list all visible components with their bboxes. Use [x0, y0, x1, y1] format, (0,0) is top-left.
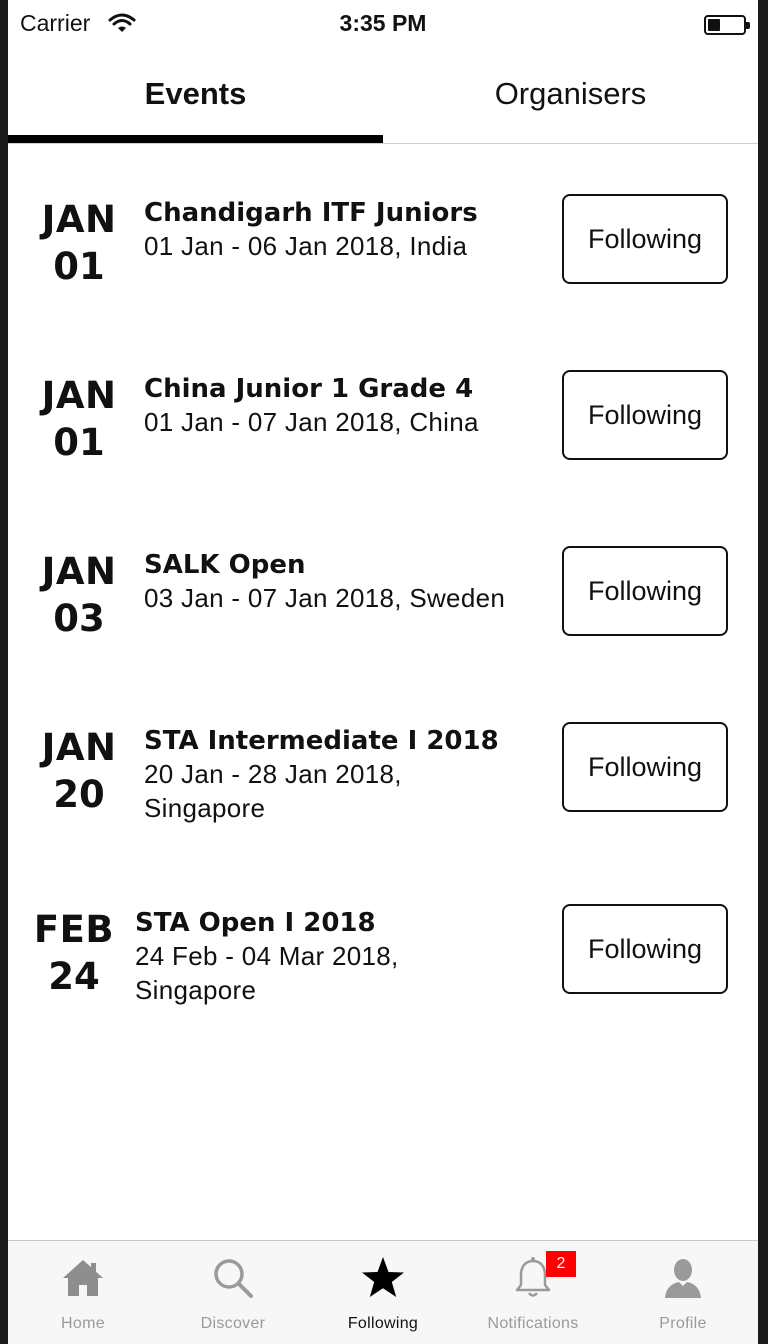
tabbar-label: Discover	[200, 1315, 266, 1332]
top-tabs: Events Organisers	[8, 48, 758, 144]
event-title: STA Open I 2018	[135, 908, 376, 938]
event-dates-location: 20 Jan - 28 Jan 2018,	[144, 759, 402, 789]
event-dates-location: 03 Jan - 07 Jan 2018, Sweden	[144, 583, 506, 613]
date-day: 01	[53, 421, 105, 464]
tabbar-profile[interactable]: Profile	[608, 1241, 758, 1344]
following-button[interactable]: Following	[562, 546, 728, 636]
event-title: SALK Open	[144, 550, 306, 580]
event-location-cont: Singapore	[135, 975, 257, 1005]
event-dates-location: 01 Jan - 06 Jan 2018, India	[144, 231, 468, 261]
tabbar-following[interactable]: Following	[308, 1241, 458, 1344]
active-tab-indicator	[8, 135, 383, 143]
date-block: JAN 03	[24, 549, 134, 643]
tabbar-discover[interactable]: Discover	[158, 1241, 308, 1344]
status-bar: Carrier 3:35 PM	[8, 0, 758, 48]
tabbar-notifications[interactable]: 2 Notifications	[458, 1241, 608, 1344]
event-info: STA Open I 2018 24 Feb - 04 Mar 2018, Si…	[135, 907, 535, 1007]
tab-organisers[interactable]: Organisers	[383, 48, 758, 144]
event-dates-location: 01 Jan - 07 Jan 2018, China	[144, 407, 479, 437]
event-info: China Junior 1 Grade 4 01 Jan - 07 Jan 2…	[144, 373, 544, 439]
date-day: 20	[53, 773, 105, 816]
list-item[interactable]: JAN 20 STA Intermediate I 2018 20 Jan - …	[8, 722, 758, 855]
event-info: SALK Open 03 Jan - 07 Jan 2018, Sweden	[144, 549, 544, 615]
following-button[interactable]: Following	[562, 722, 728, 812]
tabbar-label: Notifications	[487, 1315, 579, 1332]
date-month: JAN	[41, 374, 117, 417]
event-title: China Junior 1 Grade 4	[144, 374, 474, 404]
bottom-tab-bar: Home Discover Following 2 Notifications	[8, 1240, 758, 1344]
date-month: JAN	[41, 726, 117, 769]
date-day: 03	[53, 597, 105, 640]
app-screen: Carrier 3:35 PM Events Organisers JAN 01…	[8, 0, 758, 1344]
list-item[interactable]: JAN 01 Chandigarh ITF Juniors 01 Jan - 0…	[8, 194, 758, 327]
star-icon	[362, 1257, 404, 1297]
list-item[interactable]: JAN 01 China Junior 1 Grade 4 01 Jan - 0…	[8, 370, 758, 503]
tabbar-label: Following	[347, 1315, 419, 1332]
date-block: JAN 01	[24, 197, 134, 291]
following-button[interactable]: Following	[562, 370, 728, 460]
tabbar-label: Profile	[659, 1315, 707, 1332]
event-title: Chandigarh ITF Juniors	[144, 198, 478, 228]
tabbar-label: Home	[61, 1315, 105, 1332]
event-title: STA Intermediate I 2018	[144, 726, 499, 756]
following-button[interactable]: Following	[562, 194, 728, 284]
event-info: STA Intermediate I 2018 20 Jan - 28 Jan …	[144, 725, 544, 825]
date-month: FEB	[33, 908, 115, 951]
list-item[interactable]: FEB 24 STA Open I 2018 24 Feb - 04 Mar 2…	[8, 904, 758, 1037]
person-icon	[665, 1259, 701, 1298]
notification-badge: 2	[546, 1251, 576, 1277]
following-button[interactable]: Following	[562, 904, 728, 994]
date-block: JAN 20	[24, 725, 134, 819]
tab-events[interactable]: Events	[8, 48, 383, 144]
date-month: JAN	[41, 198, 117, 241]
list-item[interactable]: JAN 03 SALK Open 03 Jan - 07 Jan 2018, S…	[8, 546, 758, 679]
event-info: Chandigarh ITF Juniors 01 Jan - 06 Jan 2…	[144, 197, 544, 263]
clock: 3:35 PM	[339, 10, 427, 36]
date-block: FEB 24	[18, 907, 130, 1001]
home-icon	[63, 1260, 103, 1296]
search-icon	[214, 1259, 253, 1298]
date-day: 01	[53, 245, 105, 288]
event-location-cont: Singapore	[144, 793, 266, 823]
battery-icon	[704, 15, 750, 35]
event-dates-location: 24 Feb - 04 Mar 2018,	[135, 941, 399, 971]
date-block: JAN 01	[24, 373, 134, 467]
date-day: 24	[48, 955, 100, 998]
tabbar-home[interactable]: Home	[8, 1241, 158, 1344]
date-month: JAN	[41, 550, 117, 593]
